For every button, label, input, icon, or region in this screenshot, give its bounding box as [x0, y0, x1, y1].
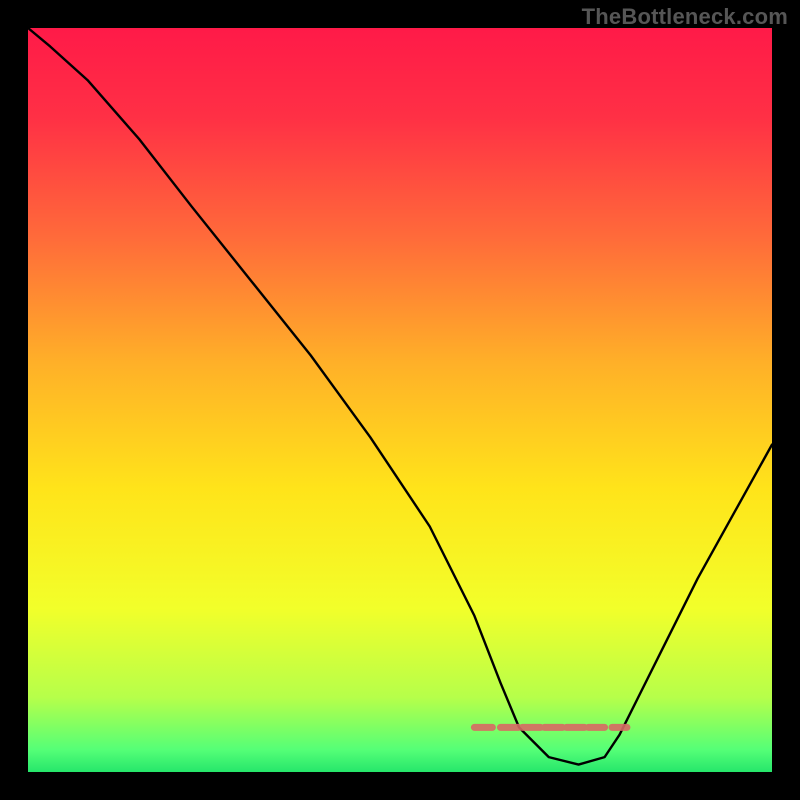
chart-svg: [28, 28, 772, 772]
attribution-label: TheBottleneck.com: [582, 4, 788, 30]
chart-frame: TheBottleneck.com: [0, 0, 800, 800]
plot-area: [28, 28, 772, 772]
